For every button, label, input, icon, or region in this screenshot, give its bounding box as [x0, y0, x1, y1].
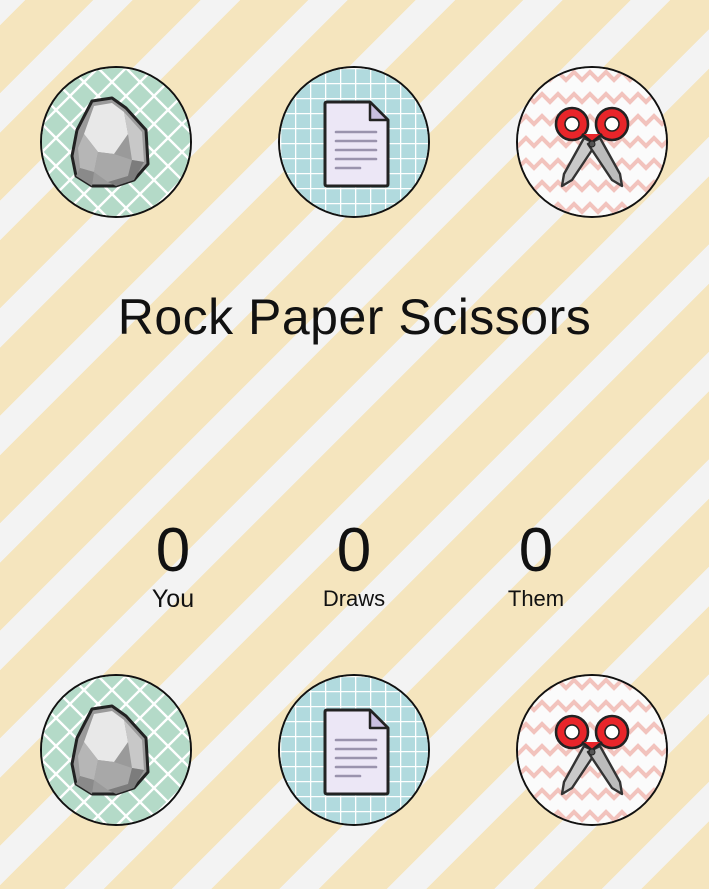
rock-icon	[70, 96, 150, 188]
top-paper-button[interactable]	[278, 66, 430, 218]
score-draws: 0 Draws	[294, 518, 414, 614]
score-them-label: Them	[507, 586, 565, 611]
bottom-rock-button[interactable]	[40, 674, 192, 826]
paper-icon	[323, 708, 390, 796]
bottom-scissors-button[interactable]	[516, 674, 668, 826]
scissors-icon	[554, 106, 630, 188]
score-draws-label: Draws	[322, 586, 386, 611]
top-rock-button[interactable]	[40, 66, 192, 218]
top-choice-row	[0, 66, 709, 218]
scissors-icon	[554, 714, 630, 796]
score-draws-value: 0	[336, 516, 372, 585]
rock-icon	[70, 704, 150, 796]
paper-icon	[323, 100, 390, 188]
top-scissors-button[interactable]	[516, 66, 668, 218]
score-you-value: 0	[155, 516, 191, 585]
bottom-choice-row	[0, 674, 709, 826]
game-title: Rock Paper Scissors	[117, 289, 592, 345]
score-them: 0 Them	[476, 518, 596, 614]
score-them-value: 0	[518, 516, 554, 585]
score-you: 0 You	[113, 518, 233, 614]
bottom-paper-button[interactable]	[278, 674, 430, 826]
score-you-label: You	[151, 585, 195, 613]
